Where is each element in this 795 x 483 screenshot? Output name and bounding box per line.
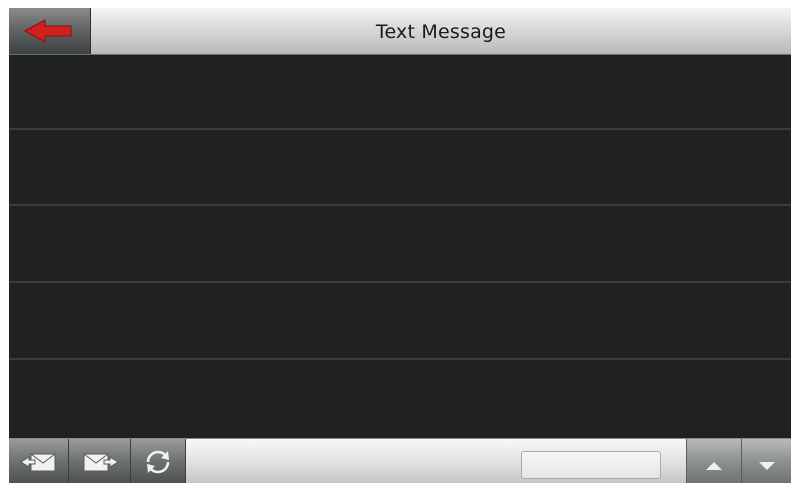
arrow-down-icon xyxy=(758,462,775,470)
inbox-button[interactable] xyxy=(9,439,69,483)
outbox-icon xyxy=(83,453,119,471)
back-button[interactable] xyxy=(9,8,91,54)
text-message-screen: Text Message xyxy=(9,8,791,483)
outbox-button[interactable] xyxy=(69,439,131,483)
inbox-icon xyxy=(19,453,55,471)
message-row[interactable] xyxy=(9,285,791,360)
scroll-down-button[interactable] xyxy=(741,439,791,483)
refresh-icon xyxy=(146,450,170,473)
back-arrow-icon xyxy=(23,19,72,43)
scroll-up-button[interactable] xyxy=(686,439,741,483)
arrow-up-icon xyxy=(706,462,722,470)
page-indicator-field xyxy=(521,451,661,479)
message-row[interactable] xyxy=(9,55,791,130)
message-row[interactable] xyxy=(9,208,791,283)
page-title: Text Message xyxy=(375,21,507,43)
header-bar: Text Message xyxy=(9,8,791,55)
message-row[interactable] xyxy=(9,131,791,206)
message-row[interactable] xyxy=(9,362,791,438)
message-list xyxy=(9,55,791,438)
refresh-button[interactable] xyxy=(131,439,186,483)
bottom-toolbar xyxy=(9,438,791,483)
